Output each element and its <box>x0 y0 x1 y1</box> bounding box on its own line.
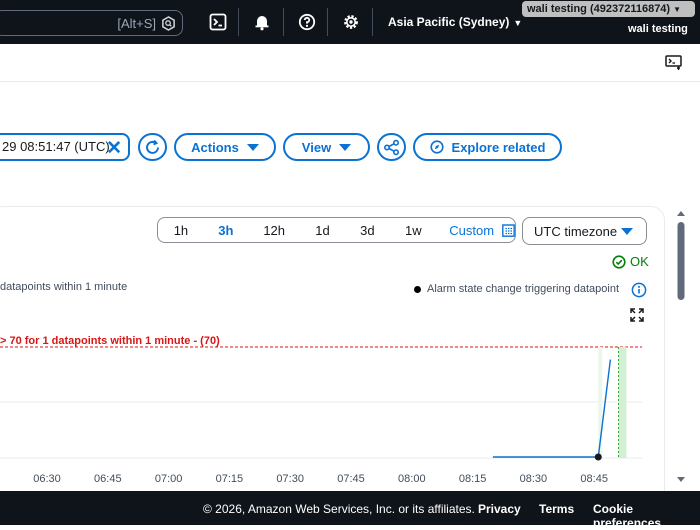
view-button[interactable]: View <box>283 133 370 161</box>
settings-gear-icon[interactable] <box>341 12 361 32</box>
range-1h[interactable]: 1h <box>158 223 204 238</box>
help-icon[interactable] <box>297 12 317 32</box>
user-name[interactable]: wali testing <box>628 23 688 35</box>
range-custom[interactable]: Custom <box>436 223 494 238</box>
top-navigation: [Alt+S] Asia Pacific (Sydney) ▼ wali test… <box>0 0 700 44</box>
privacy-link[interactable]: Privacy <box>478 502 521 516</box>
x-tick-label: 07:30 <box>276 473 304 485</box>
view-label: View <box>301 139 332 155</box>
alarm-description: datapoints within 1 minute <box>0 281 128 293</box>
vertical-scrollbar[interactable] <box>674 206 688 491</box>
calendar-icon[interactable] <box>502 223 515 237</box>
cloudshell-icon[interactable] <box>208 12 228 32</box>
metric-chart: 06:30 06:45 07:00 07:15 07:30 07:45 08:00 08:15… <box>0 346 642 485</box>
timezone-value: UTC timezone <box>534 224 618 239</box>
status-ok-icon <box>612 254 626 269</box>
alarm-status: OK <box>612 254 649 269</box>
range-3d[interactable]: 3d <box>344 223 390 238</box>
triggering-datapoint <box>594 453 602 461</box>
x-tick-label: 08:15 <box>459 473 487 485</box>
actions-button[interactable]: Actions <box>174 133 276 161</box>
search-shortcut: [Alt+S] <box>117 16 156 31</box>
account-menu[interactable]: wali testing (492372116874) ▼ <box>522 1 695 17</box>
date-range-value: 29 08:51:47 (UTC) <box>2 139 110 154</box>
time-range-selector: 1h 3h 12h 1d 3d 1w Custom <box>157 217 516 243</box>
x-tick-label: 07:00 <box>155 473 183 485</box>
legend-label: Alarm state change triggering datapoint <box>427 283 620 295</box>
actions-label: Actions <box>191 139 239 155</box>
search-input[interactable]: [Alt+S] <box>0 10 183 36</box>
range-3h[interactable]: 3h <box>204 223 248 238</box>
x-tick-label: 06:30 <box>33 473 61 485</box>
x-tick-label: 08:30 <box>520 473 548 485</box>
chevron-down-icon: ▼ <box>513 18 523 28</box>
x-tick-label: 08:45 <box>580 473 608 485</box>
caret-down-icon <box>621 228 633 235</box>
series-line <box>492 359 612 458</box>
refresh-icon <box>146 139 159 154</box>
explore-related-button[interactable]: Explore related <box>413 133 562 161</box>
refresh-button[interactable] <box>138 133 167 161</box>
alarm-band <box>618 347 627 458</box>
scroll-thumb <box>677 222 685 300</box>
timezone-select[interactable]: UTC timezone <box>522 217 647 245</box>
region-label: Asia Pacific (Sydney) <box>388 15 510 29</box>
x-tick-label: 06:45 <box>94 473 122 485</box>
account-label: wali testing (492372116874) <box>527 3 671 15</box>
chevron-down-icon: ▼ <box>673 5 682 14</box>
caret-down-icon <box>246 143 259 151</box>
copyright-text: © 2026, Amazon Web Services, Inc. or its… <box>203 502 475 516</box>
share-icon <box>383 139 400 155</box>
console-shell-icon[interactable] <box>665 55 682 71</box>
caret-down-icon <box>339 143 352 151</box>
x-tick-label: 07:45 <box>337 473 365 485</box>
clear-date-icon[interactable]: ✕ <box>106 137 122 160</box>
info-icon[interactable] <box>631 282 647 298</box>
page-footer: © 2026, Amazon Web Services, Inc. or its… <box>0 491 700 530</box>
chart-legend: Alarm state change triggering datapoint <box>414 283 619 295</box>
expand-icon[interactable] <box>630 308 644 322</box>
compass-icon <box>429 140 444 154</box>
date-range-input[interactable]: 29 08:51:47 (UTC) ✕ <box>0 133 130 161</box>
terms-link[interactable]: Terms <box>539 502 574 516</box>
x-tick-label: 08:00 <box>398 473 426 485</box>
notifications-bell-icon[interactable] <box>252 12 272 32</box>
secondary-toolbar <box>0 44 700 82</box>
range-12h[interactable]: 12h <box>248 223 301 238</box>
scroll-up-icon <box>677 211 685 216</box>
legend-dot-icon <box>414 285 421 293</box>
range-1d[interactable]: 1d <box>301 223 345 238</box>
search-hex-icon <box>162 16 175 31</box>
range-1w[interactable]: 1w <box>390 223 436 238</box>
scroll-down-icon <box>677 477 685 482</box>
explore-related-label: Explore related <box>451 139 546 155</box>
region-selector[interactable]: Asia Pacific (Sydney) ▼ <box>388 15 522 29</box>
share-button[interactable] <box>377 133 406 161</box>
cookie-preferences-link[interactable]: Cookie preferences <box>593 502 700 530</box>
x-tick-label: 07:15 <box>216 473 244 485</box>
status-text: OK <box>630 254 649 269</box>
